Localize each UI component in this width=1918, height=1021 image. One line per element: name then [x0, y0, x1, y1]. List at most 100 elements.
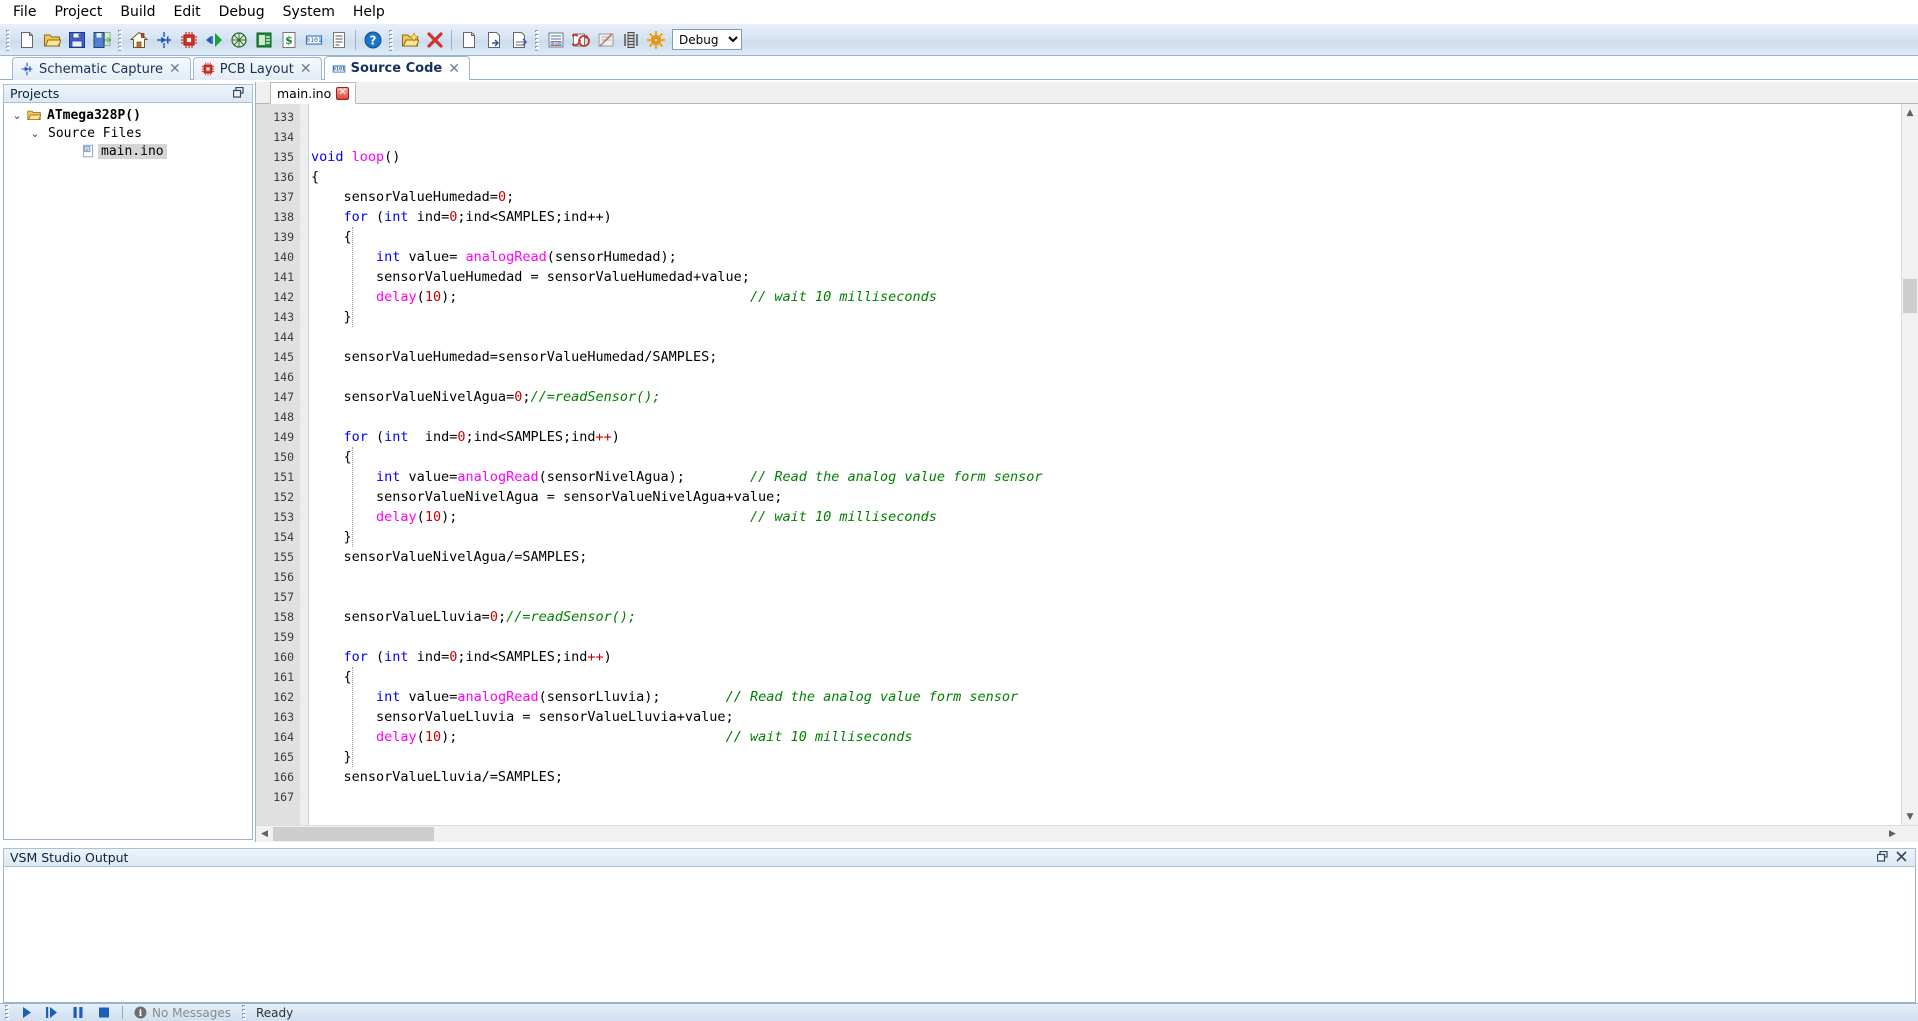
code-line[interactable]: } [311, 307, 1901, 327]
export-file-icon[interactable] [506, 27, 531, 52]
toolbar-grip-4[interactable] [533, 28, 541, 51]
code-line[interactable]: sensorValueLluvia/=SAMPLES; [311, 767, 1901, 787]
code-line[interactable]: for (int ind=0;ind<SAMPLES;ind++) [311, 207, 1901, 227]
code-text[interactable]: void loop(){ sensorValueHumedad=0; for (… [309, 104, 1901, 825]
code-line[interactable]: int value=analogRead(sensorLluvia); // R… [311, 687, 1901, 707]
tab-schematic-capture[interactable]: Schematic Capture ✕ [12, 57, 191, 80]
pause-button[interactable] [65, 1004, 91, 1021]
remove-files-icon[interactable] [422, 27, 447, 52]
chevron-down-icon[interactable]: ⌄ [28, 127, 42, 140]
source-code-icon[interactable]: 0101 [301, 27, 326, 52]
code-line[interactable]: void loop() [311, 147, 1901, 167]
pcb-layout-icon[interactable] [176, 27, 201, 52]
compiler-options-icon[interactable] [643, 27, 668, 52]
code-line[interactable] [311, 127, 1901, 147]
code-line[interactable]: sensorValueLluvia=0;//=readSensor(); [311, 607, 1901, 627]
scroll-right-icon[interactable]: ▶ [1884, 829, 1901, 839]
schematic-capture-icon[interactable] [151, 27, 176, 52]
hscroll-thumb[interactable] [273, 827, 435, 841]
add-existing-files-icon[interactable] [397, 27, 422, 52]
code-line[interactable]: for (int ind=0;ind<SAMPLES;ind++) [311, 427, 1901, 447]
close-icon[interactable]: ✕ [168, 62, 182, 76]
help-icon[interactable]: ? [360, 27, 385, 52]
code-line[interactable]: sensorValueNivelAgua/=SAMPLES; [311, 547, 1901, 567]
code-line[interactable]: { [311, 227, 1901, 247]
menu-item-debug[interactable]: Debug [210, 2, 274, 22]
code-line[interactable]: sensorValueHumedad=0; [311, 187, 1901, 207]
toolbar-grip-1[interactable] [4, 28, 12, 51]
save-exit-icon[interactable] [89, 27, 114, 52]
code-line[interactable] [311, 407, 1901, 427]
new-source-file-icon[interactable] [456, 27, 481, 52]
home-icon[interactable] [126, 27, 151, 52]
code-line[interactable]: } [311, 747, 1901, 767]
code-line[interactable] [311, 107, 1901, 127]
close-icon[interactable]: ✕ [336, 86, 350, 100]
code-line[interactable]: sensorValueHumedad = sensorValueHumedad+… [311, 267, 1901, 287]
scroll-up-icon[interactable]: ▲ [1902, 104, 1918, 121]
bill-of-materials-icon[interactable]: $ [276, 27, 301, 52]
hscroll-track[interactable] [273, 826, 1884, 842]
editor-tab-main-ino[interactable]: main.ino ✕ [270, 82, 357, 104]
code-line[interactable]: { [311, 167, 1901, 187]
code-line[interactable]: for (int ind=0;ind<SAMPLES;ind++) [311, 647, 1901, 667]
build-configuration-select[interactable]: DebugRelease [672, 29, 742, 50]
tree-item-main.ino[interactable]: c main.ino [4, 142, 252, 160]
build-project-icon[interactable]: 010 [543, 27, 568, 52]
run-button[interactable] [13, 1004, 39, 1021]
code-line[interactable]: { [311, 447, 1901, 467]
code-line[interactable]: { [311, 667, 1901, 687]
tab-source-code[interactable]: 0101 Source Code ✕ [323, 56, 470, 80]
menu-item-edit[interactable]: Edit [165, 2, 210, 22]
tab-pcb-layout[interactable]: PCB Layout ✕ [192, 57, 322, 80]
editor-vertical-scrollbar[interactable]: ▲ ▼ [1901, 104, 1918, 825]
code-line[interactable] [311, 787, 1901, 807]
project-tree[interactable]: ⌄ ATmega328P() ⌄ Source Files c main.ino [3, 103, 253, 840]
menu-item-project[interactable]: Project [45, 2, 111, 22]
messages-cell[interactable]: i No Messages [128, 1006, 237, 1020]
output-text-area[interactable] [3, 867, 1916, 1003]
gerber-viewer-icon[interactable] [226, 27, 251, 52]
stop-button[interactable] [91, 1004, 117, 1021]
step-button[interactable] [39, 1004, 65, 1021]
menu-item-help[interactable]: Help [344, 2, 394, 22]
tree-item-sourcefiles[interactable]: ⌄ Source Files [4, 124, 252, 142]
clean-project-icon[interactable] [593, 27, 618, 52]
code-line[interactable]: } [311, 527, 1901, 547]
save-icon[interactable] [64, 27, 89, 52]
toolbar-grip-2[interactable] [116, 28, 124, 51]
restore-panel-icon[interactable] [229, 86, 248, 100]
menu-item-build[interactable]: Build [111, 2, 164, 22]
rebuild-project-icon[interactable] [568, 27, 593, 52]
menu-item-file[interactable]: File [4, 2, 45, 22]
code-line[interactable]: sensorValueLluvia = sensorValueLluvia+va… [311, 707, 1901, 727]
menu-item-system[interactable]: System [274, 2, 344, 22]
code-line[interactable]: int value= analogRead(sensorHumedad); [311, 247, 1901, 267]
scroll-down-icon[interactable]: ▼ [1902, 808, 1918, 825]
vscroll-thumb[interactable] [1903, 279, 1917, 314]
3d-visualizer-icon[interactable] [201, 27, 226, 52]
code-line[interactable] [311, 567, 1901, 587]
code-line[interactable] [311, 327, 1901, 347]
close-icon[interactable]: ✕ [447, 62, 461, 76]
project-notes-icon[interactable] [326, 27, 351, 52]
project-settings-icon[interactable] [618, 27, 643, 52]
code-line[interactable] [311, 587, 1901, 607]
code-line[interactable]: delay(10); // wait 10 milliseconds [311, 287, 1901, 307]
code-line[interactable]: int value=analogRead(sensorNivelAgua); /… [311, 467, 1901, 487]
code-line[interactable]: delay(10); // wait 10 milliseconds [311, 507, 1901, 527]
restore-panel-icon[interactable] [1873, 850, 1892, 864]
scroll-left-icon[interactable]: ◀ [256, 829, 273, 839]
code-line[interactable]: sensorValueHumedad=sensorValueHumedad/SA… [311, 347, 1901, 367]
close-panel-icon[interactable] [1892, 851, 1911, 864]
tree-item-atmega328p[interactable]: ⌄ ATmega328P() [4, 106, 252, 124]
close-icon[interactable]: ✕ [299, 62, 313, 76]
code-line[interactable]: delay(10); // wait 10 milliseconds [311, 727, 1901, 747]
new-file-icon[interactable] [14, 27, 39, 52]
code-line[interactable]: sensorValueNivelAgua = sensorValueNivelA… [311, 487, 1901, 507]
design-explorer-icon[interactable] [251, 27, 276, 52]
open-folder-icon[interactable] [39, 27, 64, 52]
chevron-down-icon[interactable]: ⌄ [10, 109, 24, 122]
toolbar-grip-3[interactable] [387, 28, 395, 51]
code-line[interactable] [311, 367, 1901, 387]
